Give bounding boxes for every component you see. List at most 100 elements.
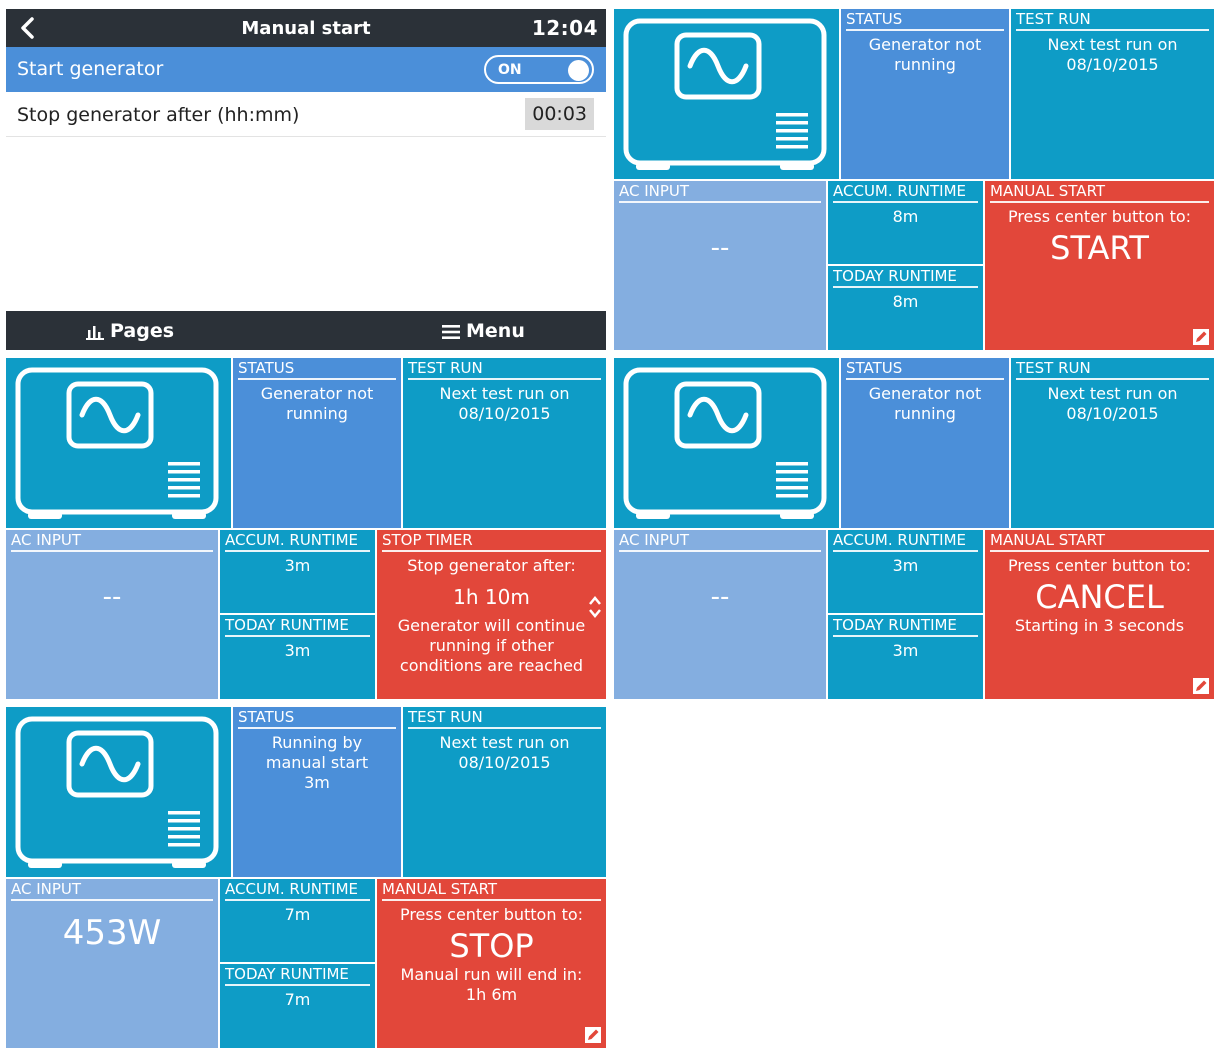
stop-generator-after-value[interactable]: 00:03 [525,98,594,130]
accum-runtime-tile: ACCUM. RUNTIME 8m [828,181,983,264]
ac-input-heading: AC INPUT [619,182,821,203]
test-run-heading: TEST RUN [1016,10,1209,31]
menu-title: Manual start [241,18,371,39]
today-runtime-tile: TODAY RUNTIME 3m [220,615,375,699]
status-heading: STATUS [238,359,396,380]
menu-footer: Pages Menu [6,311,606,350]
status-line-1: Running by [271,733,363,752]
pages-button[interactable]: Pages [86,320,174,342]
status-heading: STATUS [846,10,1004,31]
manual-run-end-value: 1h 6m [465,985,518,1004]
manual-run-end-label: Manual run will end in: [400,965,583,984]
up-down-arrows-icon[interactable] [588,596,602,618]
generator-icon [623,18,827,170]
start-generator-row[interactable]: Start generator ON [6,47,606,92]
test-run-line-1: Next test run on [1047,384,1178,403]
today-runtime-value: 3m [284,641,311,660]
action-command: CANCEL [1035,578,1164,616]
status-line-1: Generator not [868,35,982,54]
stop-timer-heading: STOP TIMER [382,531,601,552]
accum-runtime-heading: ACCUM. RUNTIME [225,531,370,552]
generator-tile [6,358,231,528]
today-runtime-value: 8m [892,292,919,311]
status-tile: STATUS Generator not running [841,9,1009,179]
accum-runtime-value: 7m [284,905,311,924]
menu-header: Manual start 12:04 [6,9,606,47]
stop-timer-note-2: running if other [429,636,554,655]
pages-label: Pages [110,320,175,342]
edit-pencil-icon [1193,678,1209,694]
start-generator-toggle[interactable]: ON [484,55,594,84]
manual-start-heading: MANUAL START [382,880,601,901]
today-runtime-heading: TODAY RUNTIME [833,267,978,288]
stop-timer-value[interactable]: 1h 10m [379,582,604,612]
test-run-tile: TEST RUN Next test run on 08/10/2015 [1011,358,1214,528]
status-heading: STATUS [238,708,396,729]
test-run-tile: TEST RUN Next test run on 08/10/2015 [403,707,606,877]
stop-generator-after-row[interactable]: Stop generator after (hh:mm) 00:03 [6,92,606,137]
today-runtime-tile: TODAY RUNTIME 8m [828,266,983,350]
menu-button[interactable]: Menu [442,320,525,342]
status-heading: STATUS [846,359,1004,380]
ac-input-heading: AC INPUT [11,531,213,552]
edit-pencil-icon [1193,329,1209,345]
action-command: STOP [449,927,534,965]
action-instruction: Press center button to: [1007,556,1192,575]
generator-icon [623,367,827,519]
today-runtime-tile: TODAY RUNTIME 7m [220,964,375,1048]
ac-input-heading: AC INPUT [619,531,821,552]
accum-runtime-tile: ACCUM. RUNTIME 3m [828,530,983,613]
accum-runtime-value: 3m [284,556,311,575]
action-countdown: Starting in 3 seconds [1014,616,1185,635]
test-run-heading: TEST RUN [1016,359,1209,380]
start-generator-label: Start generator [17,58,164,80]
generator-overview-start: STATUS Generator not running TEST RUN Nex… [614,9,1214,350]
menu-label: Menu [466,320,525,342]
manual-start-tile[interactable]: MANUAL START Press center button to: STO… [377,879,606,1048]
test-run-line-1: Next test run on [439,733,570,752]
action-command: START [1050,229,1149,267]
ac-input-value: -- [710,233,730,263]
status-tile: STATUS Generator not running [233,358,401,528]
accum-runtime-value: 8m [892,207,919,226]
status-line-2: running [894,404,956,423]
status-line-1: Generator not [260,384,374,403]
generator-tile [6,707,231,877]
test-run-line-2: 08/10/2015 [458,753,551,772]
manual-start-tile[interactable]: MANUAL START Press center button to: STA… [985,181,1214,350]
accum-runtime-heading: ACCUM. RUNTIME [225,880,370,901]
ac-input-tile: AC INPUT 453W [6,879,218,1048]
toggle-knob [568,60,589,81]
test-run-heading: TEST RUN [408,708,601,729]
manual-start-tile[interactable]: MANUAL START Press center button to: CAN… [985,530,1214,699]
today-runtime-heading: TODAY RUNTIME [225,616,370,637]
generator-overview-stop-timer: STATUS Generator not running TEST RUN Nex… [6,358,606,699]
action-instruction: Press center button to: [1007,207,1192,226]
status-line-1: Generator not [868,384,982,403]
ac-input-value: 453W [62,913,162,953]
manual-start-heading: MANUAL START [990,531,1209,552]
clock: 12:04 [531,16,598,40]
generator-icon [15,716,219,868]
stop-generator-after-label: Stop generator after (hh:mm) [17,104,300,126]
generator-tile [614,358,839,528]
status-line-2: manual start [265,753,369,772]
ac-input-tile: AC INPUT -- [614,530,826,699]
generator-tile [614,9,839,179]
status-line-2: running [894,55,956,74]
status-line-3: 3m [304,773,330,792]
status-tile: STATUS Generator not running [841,358,1009,528]
test-run-line-2: 08/10/2015 [1066,404,1159,423]
stop-timer-note-3: conditions are reached [399,656,584,675]
stop-timer-instruction: Stop generator after: [407,556,576,575]
manual-start-menu: Manual start 12:04 Start generator ON St… [6,9,606,350]
toggle-state: ON [498,62,522,78]
test-run-line-2: 08/10/2015 [458,404,551,423]
stop-timer-note-1: Generator will continue [397,616,586,635]
generator-icon [15,367,219,519]
today-runtime-heading: TODAY RUNTIME [833,616,978,637]
stop-timer-tile[interactable]: STOP TIMER Stop generator after: 1h 10m … [377,530,606,699]
pages-chart-icon [86,325,104,340]
today-runtime-heading: TODAY RUNTIME [225,965,370,986]
accum-runtime-heading: ACCUM. RUNTIME [833,182,978,203]
